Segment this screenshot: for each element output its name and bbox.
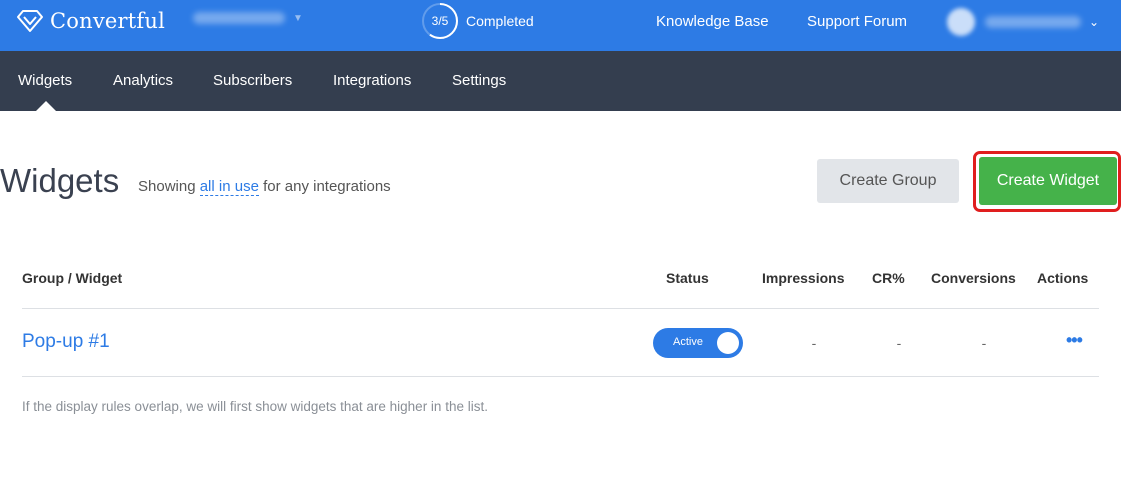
nav-integrations[interactable]: Integrations	[333, 72, 411, 89]
filter-dropdown-link[interactable]: all in use	[199, 178, 259, 196]
nav-analytics[interactable]: Analytics	[113, 72, 173, 89]
table-divider	[22, 376, 1099, 377]
widget-name-link[interactable]: Pop-up #1	[22, 331, 110, 353]
filter-summary: Showing all in use for any integrations	[138, 178, 391, 196]
user-name-redacted	[985, 16, 1081, 28]
chevron-down-icon: ⌄	[1089, 15, 1100, 29]
brand-logo[interactable]: Convertful	[16, 9, 165, 33]
column-header-actions: Actions	[1037, 270, 1089, 286]
account-switcher[interactable]: ▼	[193, 12, 303, 24]
user-menu[interactable]: ⌄	[947, 8, 1099, 36]
knowledge-base-link[interactable]: Knowledge Base	[656, 13, 769, 30]
top-bar: Convertful ▼ 3/5 Completed Knowledge Bas…	[0, 0, 1121, 51]
table-divider	[22, 308, 1099, 309]
filter-suffix: for any integrations	[258, 178, 391, 195]
nav-settings[interactable]: Settings	[452, 72, 506, 89]
progress-ring: 3/5	[421, 2, 459, 40]
column-header-conversions: Conversions	[931, 270, 1016, 286]
more-actions-icon[interactable]: •••	[1066, 330, 1083, 351]
support-forum-link[interactable]: Support Forum	[807, 13, 907, 30]
active-nav-indicator	[36, 101, 56, 111]
main-nav: Widgets Analytics Subscribers Integratio…	[0, 51, 1121, 111]
diamond-logo-icon	[17, 10, 43, 32]
footnote: If the display rules overlap, we will fi…	[22, 399, 488, 414]
conversions-value: -	[981, 335, 987, 351]
avatar	[947, 8, 975, 36]
progress-label: Completed	[466, 13, 534, 29]
cr-value: -	[896, 335, 902, 351]
onboarding-progress[interactable]: 3/5 Completed	[421, 2, 534, 40]
brand-name: Convertful	[50, 9, 166, 33]
status-toggle-label: Active	[673, 336, 703, 348]
column-header-group-widget: Group / Widget	[22, 270, 123, 286]
page-title: Widgets	[0, 162, 120, 199]
nav-subscribers[interactable]: Subscribers	[213, 72, 292, 89]
column-header-cr: CR%	[872, 270, 905, 286]
account-name-redacted	[193, 12, 285, 24]
column-header-impressions: Impressions	[762, 270, 845, 286]
column-header-status: Status	[666, 270, 709, 286]
filter-prefix: Showing	[138, 178, 200, 195]
create-group-button[interactable]: Create Group	[817, 159, 959, 203]
status-toggle[interactable]: Active	[653, 328, 743, 358]
nav-widgets[interactable]: Widgets	[18, 72, 72, 89]
impressions-value: -	[811, 335, 817, 351]
create-widget-button[interactable]: Create Widget	[979, 157, 1117, 205]
toggle-knob	[717, 332, 739, 354]
progress-count: 3/5	[431, 14, 449, 28]
chevron-down-icon: ▼	[293, 12, 303, 24]
